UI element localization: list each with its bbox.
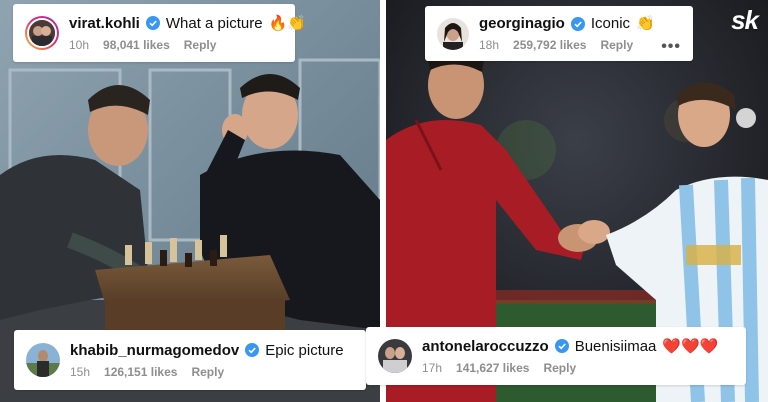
avatar[interactable]	[25, 16, 59, 50]
verified-badge-icon	[145, 16, 160, 30]
comment-likes[interactable]: 141,627 likes	[456, 361, 529, 375]
comment-card-virat: virat.kohli What a picture 🔥👏 10h 98,041…	[13, 4, 306, 62]
avatar[interactable]	[378, 339, 412, 373]
comment-username[interactable]: khabib_nurmagomedov	[70, 342, 239, 359]
comment-card-georgina: georginagio Iconic 👏 18h 259,792 likes R…	[425, 6, 693, 61]
comment-card-antonela: antonelaroccuzzo Buenisiimaa ❤️❤️❤️ 17h …	[366, 327, 746, 385]
comment-card-khabib: khabib_nurmagomedov Epic picture 15h 126…	[14, 330, 366, 390]
verified-badge-icon	[554, 339, 569, 353]
comment-username[interactable]: georginagio	[479, 15, 565, 32]
comment-likes[interactable]: 126,151 likes	[104, 365, 177, 379]
comment-emoji: 👏	[636, 15, 655, 32]
comment-text: What a picture	[165, 14, 263, 32]
comment-text: Buenisiimaa	[574, 337, 657, 355]
verified-badge-icon	[570, 16, 585, 31]
reply-button[interactable]: Reply	[184, 38, 217, 52]
comment-likes[interactable]: 98,041 likes	[103, 38, 170, 52]
comment-likes[interactable]: 259,792 likes	[513, 38, 586, 52]
reply-button[interactable]: Reply	[600, 38, 633, 52]
avatar[interactable]	[26, 343, 60, 377]
comment-time: 17h	[422, 360, 443, 375]
comment-time: 10h	[69, 37, 90, 52]
comment-emoji: 🔥👏	[268, 14, 306, 32]
comment-username[interactable]: antonelaroccuzzo	[422, 338, 549, 355]
more-options-icon[interactable]: •••	[661, 38, 681, 56]
comment-text: Epic picture	[265, 341, 344, 359]
comment-time: 15h	[70, 364, 91, 379]
avatar[interactable]	[437, 17, 469, 50]
sportskeeda-logo: sk	[731, 5, 759, 35]
comment-text: Iconic	[590, 15, 631, 32]
comment-time: 18h	[479, 38, 500, 52]
reply-button[interactable]: Reply	[191, 365, 224, 379]
comment-username[interactable]: virat.kohli	[69, 15, 140, 32]
collage: sk virat.kohli What a picture 🔥👏 10h 98,…	[0, 0, 768, 402]
comment-emoji: ❤️❤️❤️	[662, 337, 719, 355]
reply-button[interactable]: Reply	[543, 361, 576, 375]
verified-badge-icon	[245, 343, 260, 357]
